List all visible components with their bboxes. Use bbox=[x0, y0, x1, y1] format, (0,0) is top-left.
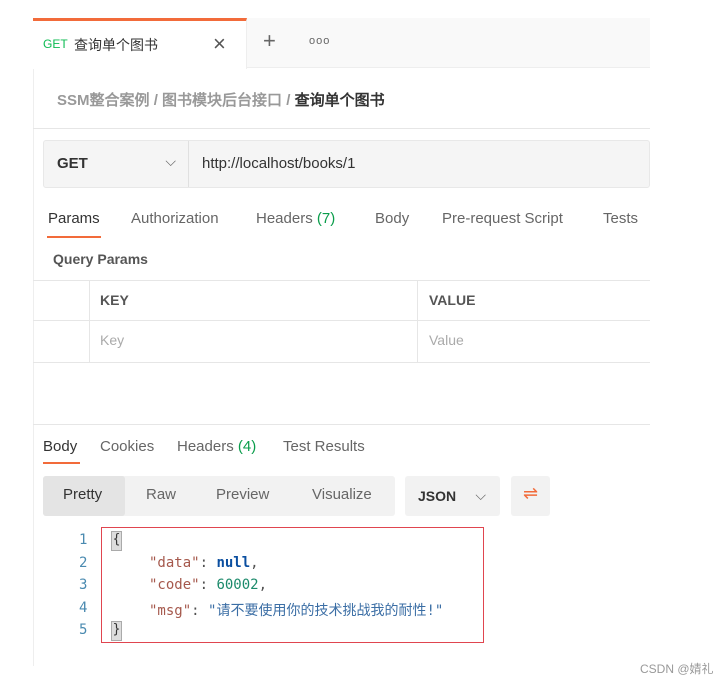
watermark: CSDN @婧礼 bbox=[640, 662, 714, 676]
divider bbox=[33, 424, 650, 425]
line-number: 1 bbox=[79, 532, 88, 548]
response-tab-body[interactable]: Body bbox=[43, 438, 77, 455]
headers-count: (7) bbox=[316, 210, 336, 227]
highlight-box bbox=[101, 527, 484, 643]
headers-count: (4) bbox=[237, 438, 257, 455]
chevron-down-icon: ⌵ bbox=[165, 153, 176, 169]
format-value: JSON bbox=[418, 488, 457, 504]
mode-raw[interactable]: Raw bbox=[146, 486, 176, 503]
tab-tests[interactable]: Tests bbox=[603, 210, 638, 227]
column-divider bbox=[89, 280, 90, 362]
divider bbox=[33, 320, 650, 321]
request-tab[interactable]: GET 查询单个图书 × bbox=[33, 18, 247, 69]
line-number: 3 bbox=[79, 577, 88, 593]
line-number: 2 bbox=[79, 555, 88, 571]
divider bbox=[33, 280, 650, 281]
tab-body[interactable]: Body bbox=[375, 210, 409, 227]
column-divider bbox=[417, 280, 418, 362]
mode-visualize[interactable]: Visualize bbox=[312, 486, 372, 503]
key-input[interactable]: Key bbox=[100, 332, 124, 348]
method-tag: GET bbox=[43, 37, 68, 51]
breadcrumb: SSM整合案例 / 图书模块后台接口 / 查询单个图书 bbox=[57, 89, 385, 110]
tab-authorization[interactable]: Authorization bbox=[131, 210, 219, 227]
line-number: 5 bbox=[79, 622, 88, 638]
tab-label: Headers bbox=[177, 438, 234, 455]
mode-preview[interactable]: Preview bbox=[216, 486, 269, 503]
breadcrumb-separator: / bbox=[286, 92, 291, 109]
tab-title: 查询单个图书 bbox=[74, 37, 158, 53]
tab-label: Headers bbox=[256, 210, 313, 227]
breadcrumb-item[interactable]: SSM整合案例 bbox=[57, 92, 150, 109]
response-tab-cookies[interactable]: Cookies bbox=[100, 438, 154, 455]
method-select[interactable]: GET ⌵ bbox=[44, 141, 189, 187]
more-icon[interactable]: ooo bbox=[309, 35, 330, 47]
active-tab-indicator bbox=[43, 462, 80, 464]
value-header: VALUE bbox=[429, 292, 476, 308]
chevron-down-icon: ⌵ bbox=[475, 487, 486, 503]
method-value: GET bbox=[57, 155, 88, 172]
url-bar: GET ⌵ http://localhost/books/1 bbox=[43, 140, 650, 188]
view-mode-selector: Pretty Raw Preview Visualize bbox=[43, 476, 395, 516]
close-icon[interactable]: × bbox=[213, 31, 226, 57]
divider bbox=[33, 362, 650, 363]
active-tab-indicator bbox=[47, 236, 101, 238]
wrap-lines-icon[interactable]: ⇌ bbox=[511, 476, 550, 516]
format-select[interactable]: JSON ⌵ bbox=[405, 476, 500, 516]
line-number: 4 bbox=[79, 600, 88, 616]
breadcrumb-separator: / bbox=[153, 92, 158, 109]
mode-pretty[interactable]: Pretty bbox=[63, 486, 102, 503]
value-input[interactable]: Value bbox=[429, 332, 464, 348]
breadcrumb-current: 查询单个图书 bbox=[294, 92, 385, 109]
tab-pre-request-script[interactable]: Pre-request Script bbox=[442, 210, 563, 227]
response-tab-headers[interactable]: Headers (4) bbox=[177, 438, 256, 455]
url-input[interactable]: http://localhost/books/1 bbox=[202, 155, 355, 172]
new-tab-icon[interactable]: + bbox=[263, 28, 276, 54]
key-header: KEY bbox=[100, 292, 129, 308]
tab-params[interactable]: Params bbox=[48, 210, 100, 227]
tab-headers[interactable]: Headers (7) bbox=[256, 210, 335, 227]
response-tab-test-results[interactable]: Test Results bbox=[283, 438, 365, 455]
breadcrumb-item[interactable]: 图书模块后台接口 bbox=[162, 92, 282, 109]
divider bbox=[33, 128, 650, 129]
query-params-title: Query Params bbox=[53, 251, 148, 267]
